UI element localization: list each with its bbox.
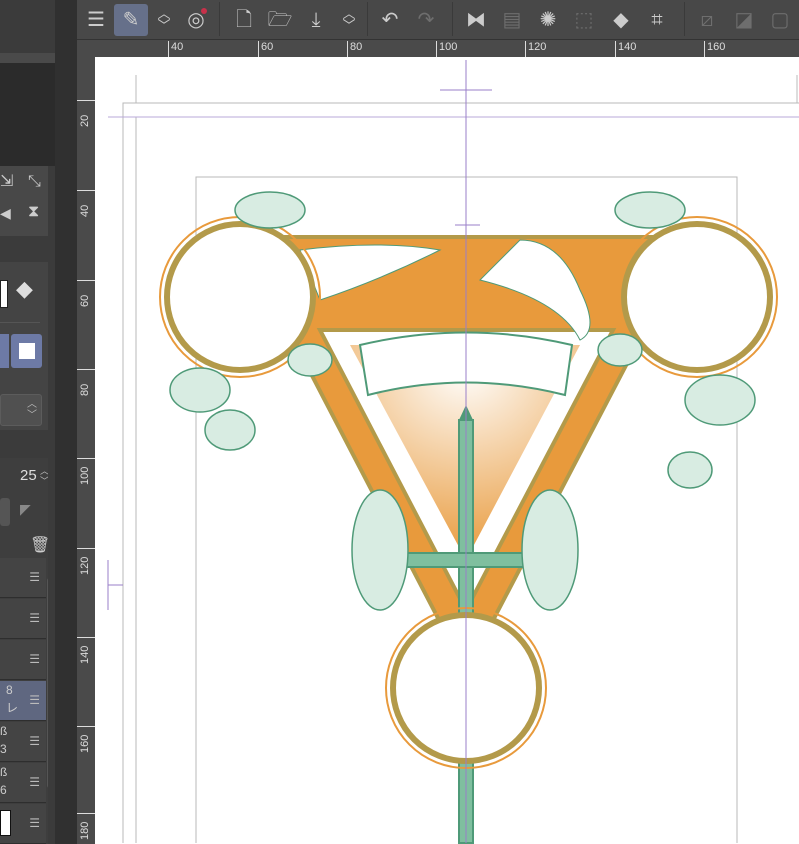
loading-spinner-icon[interactable]: ✺ [531, 4, 565, 36]
horizontal-ruler: 40 60 80 100 120 140 160 [77, 40, 799, 57]
lock-button[interactable] [0, 498, 10, 526]
menu-icon[interactable]: ☰ [79, 4, 113, 36]
ruler-label: 120 [525, 41, 546, 57]
layer-item-selected[interactable]: 8 レ ☰ [0, 681, 46, 721]
save-icon[interactable]: ⤓ [299, 4, 333, 36]
panel-header [0, 53, 55, 63]
mask-icon[interactable]: ◤ [20, 502, 31, 516]
trash-icon[interactable]: 🗑 [30, 538, 48, 554]
sub-tool-panel: ◆ ︿ ﹀ [0, 262, 48, 430]
mode-square-button[interactable] [11, 334, 42, 368]
canvas[interactable] [95, 57, 799, 844]
layer-item[interactable]: ☰ [0, 804, 46, 844]
ruler-label: 40 [168, 41, 183, 57]
ruler-label: 140 [615, 41, 636, 57]
object-tool-icon[interactable]: ✎ [114, 4, 148, 36]
transform-icon[interactable]: ⌗ [640, 4, 674, 36]
layer-item[interactable]: ß 6 ☰ [0, 763, 46, 803]
fill-icon[interactable]: ◆ [16, 278, 33, 300]
undo-icon[interactable]: ↶ [373, 4, 407, 36]
layer-item[interactable]: ß 3 ☰ [0, 722, 46, 762]
opacity-value[interactable]: 25 [20, 468, 37, 484]
invert-selection-icon[interactable]: ◪ [727, 4, 761, 36]
ruler-label: 60 [77, 280, 95, 310]
blend-dropdown[interactable]: ︿ ﹀ [0, 394, 42, 426]
toggle-icon[interactable]: ︿ ﹀ [147, 4, 181, 36]
ruler-label: 80 [77, 369, 95, 399]
panel-gap: » [55, 0, 123, 844]
ruler-label: 120 [77, 548, 95, 578]
scale-icon[interactable]: ⇲ [0, 174, 13, 190]
resize-icon[interactable]: ⤡ [28, 174, 41, 190]
layer-settings-icon[interactable]: ▤ [495, 4, 529, 36]
ruler-label: 180 [77, 813, 95, 843]
artwork [107, 60, 799, 844]
command-bar: ☰ ✎ ︿ ﹀ ◎ 🗋 🗁 ⤓ ︿ ﹀ ↶ ↷ ⧓ ▤ ✺ ⬚ ◆ ⌗ ⧄ ◪ ▢ [77, 0, 799, 40]
mode-button[interactable] [0, 334, 9, 368]
deselect-icon[interactable]: ⧄ [690, 4, 724, 36]
redo-icon[interactable]: ↷ [409, 4, 443, 36]
navigator-preview [0, 63, 55, 166]
layer-item[interactable]: ☰ [0, 640, 46, 680]
layer-scrollbar[interactable] [47, 578, 48, 788]
ruler-label: 160 [704, 41, 725, 57]
ruler-label: 60 [258, 41, 273, 57]
opacity-stepper[interactable]: ︿﹀ [40, 466, 48, 486]
tool-property-panel: ⇲ ⤡ ◀ ⧗ [0, 166, 48, 236]
layer-panel: 25 ︿﹀ ◤ 🗑 ☰ ☰ ☰ 8 レ ☰ ß 3 ☰ ß 6 ☰ ☰ [0, 458, 48, 844]
flip-vertical-icon[interactable]: ⧗ [28, 204, 39, 220]
open-icon[interactable]: 🗁 [263, 4, 297, 36]
layer-item[interactable]: ☰ [0, 599, 46, 639]
cloud-icon[interactable]: ◎ [179, 4, 213, 36]
ruler-label: 40 [77, 190, 95, 220]
new-canvas-icon[interactable]: 🗋 [227, 4, 261, 36]
flip-icon[interactable]: ◀ [0, 206, 11, 220]
toggle2-icon[interactable]: ︿ ﹀ [332, 4, 366, 36]
color-swatch[interactable] [0, 280, 8, 308]
layer-item[interactable]: ☰ [0, 558, 46, 598]
ruler-label: 100 [77, 458, 95, 488]
fill-icon[interactable]: ◆ [604, 4, 638, 36]
ruler-label: 20 [77, 100, 95, 130]
emblem [159, 191, 778, 844]
ruler-label: 140 [77, 637, 95, 667]
flip-horizontal-icon[interactable]: ⧓ [459, 4, 493, 36]
vertical-ruler: 20 40 60 80 100 120 140 160 180 [77, 57, 95, 844]
selection-icon[interactable]: ⬚ [567, 4, 601, 36]
selection-border-icon[interactable]: ▢ [763, 4, 797, 36]
left-panel: ⇲ ⤡ ◀ ⧗ ◆ ︿﹀ 25 ︿﹀ ◤ 🗑 ☰ ☰ ☰ 8 レ ☰ ß 3 ☰… [0, 0, 55, 844]
ruler-label: 80 [347, 41, 362, 57]
ruler-label: 160 [77, 726, 95, 756]
ruler-label: 100 [436, 41, 457, 57]
